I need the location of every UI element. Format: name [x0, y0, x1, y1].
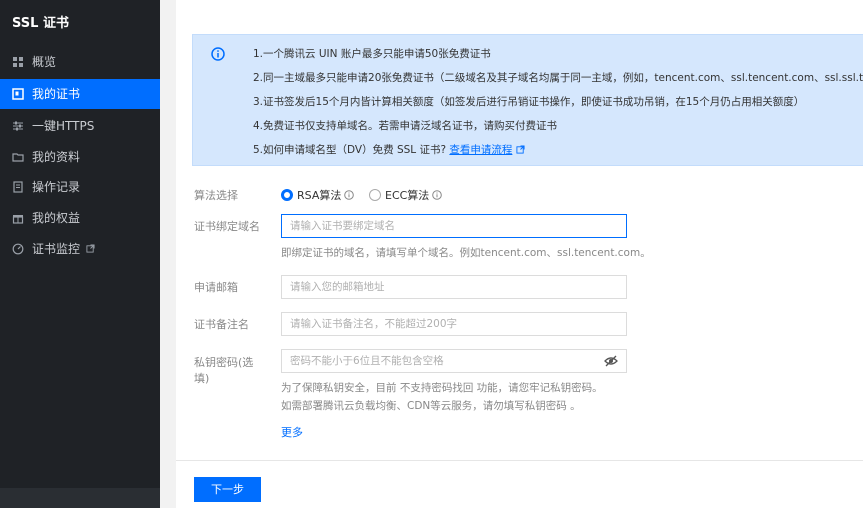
sliders-icon [13, 121, 23, 131]
password-label-line1: 私钥密码(选 [194, 356, 254, 369]
eye-off-icon[interactable] [604, 355, 618, 367]
info-icon [211, 47, 225, 61]
sidebar: SSL 证书 概览 我的证书 一键HTTPS 我的资料 操作记录 我的权益 证书… [0, 0, 160, 508]
algorithm-label: 算法选择 [194, 189, 238, 202]
sidebar-item-my-benefits[interactable]: 我的权益 [0, 203, 160, 233]
domain-hint: 即绑定证书的域名，请填写单个域名。例如tencent.com、ssl.tence… [281, 247, 651, 259]
notice-line-3: 3.证书签发后15个月内皆计算相关额度（如签发后进行吊销证书操作，即使证书成功吊… [253, 96, 805, 108]
password-hint-line2: 如需部署腾讯云负载均衡、CDN等云服务，请勿填写私钥密码 。 [281, 400, 581, 412]
grid-icon [13, 57, 23, 67]
sidebar-item-label: 一键HTTPS [32, 119, 95, 133]
main-content: 1.一个腾讯云 UIN 账户最多只能申请50张免费证书 2.同一主域最多只能申请… [176, 0, 863, 508]
help-icon[interactable] [432, 190, 443, 200]
footer-divider [176, 460, 863, 461]
ecc-radio[interactable]: ECC算法 [369, 188, 443, 204]
gauge-icon [12, 243, 24, 255]
password-placeholder: 密码不能小于6位且不能包含空格 [290, 355, 444, 367]
sidebar-item-label: 操作记录 [32, 180, 81, 194]
sidebar-brand: SSL 证书 [12, 16, 69, 31]
sidebar-item-label: 我的权益 [32, 211, 81, 225]
sidebar-item-one-click-https[interactable]: 一键HTTPS [0, 111, 160, 141]
view-process-link[interactable]: 查看申请流程 [449, 144, 512, 156]
radio-selected-icon[interactable] [281, 189, 293, 201]
notice-line-2: 2.同一主域最多只能申请20张免费证书（二级域名及其子域名均属于同一主域，例如，… [253, 72, 863, 84]
notice-line-5: 5.如何申请域名型（DV）免费 SSL 证书? 查看申请流程 [253, 141, 525, 159]
sidebar-item-label: 概览 [32, 55, 57, 69]
rsa-radio-label: RSA算法 [297, 189, 342, 202]
domain-label: 证书绑定域名 [194, 220, 260, 233]
remark-input[interactable]: 请输入证书备注名，不能超过200字 [281, 312, 627, 336]
notice-line-5-text: 5.如何申请域名型（DV）免费 SSL 证书? [253, 144, 447, 156]
remark-label: 证书备注名 [194, 318, 249, 331]
sidebar-item-my-certificates[interactable]: 我的证书 [0, 79, 160, 109]
password-input[interactable]: 密码不能小于6位且不能包含空格 [281, 349, 627, 373]
folder-icon [12, 153, 24, 162]
rsa-radio[interactable]: RSA算法 [281, 188, 355, 204]
external-link-icon [86, 244, 95, 253]
help-icon[interactable] [344, 190, 355, 200]
password-hint-line1: 为了保障私钥安全，目前 不支持密码找回 功能，请您牢记私钥密码。 [281, 382, 603, 394]
sidebar-item-label: 证书监控 [32, 242, 81, 256]
sidebar-item-overview[interactable]: 概览 [0, 47, 160, 77]
document-icon [13, 181, 23, 193]
sidebar-item-label: 我的资料 [32, 150, 81, 164]
next-step-button[interactable]: 下一步 [194, 477, 261, 502]
notice-line-4: 4.免费证书仅支持单域名。若需申请泛域名证书，请购买付费证书 [253, 120, 558, 132]
notice-banner: 1.一个腾讯云 UIN 账户最多只能申请50张免费证书 2.同一主域最多只能申请… [192, 34, 863, 166]
email-input[interactable]: 请输入您的邮箱地址 [281, 275, 627, 299]
ecc-radio-label: ECC算法 [385, 189, 430, 202]
sidebar-item-operation-log[interactable]: 操作记录 [0, 172, 160, 202]
sidebar-item-my-materials[interactable]: 我的资料 [0, 142, 160, 172]
more-link[interactable]: 更多 [281, 424, 303, 440]
notice-line-1: 1.一个腾讯云 UIN 账户最多只能申请50张免费证书 [253, 48, 491, 60]
gift-icon [12, 215, 24, 224]
sidebar-footer [0, 488, 160, 508]
content-gutter [160, 0, 176, 508]
certificate-icon [12, 88, 24, 100]
password-label-line2: 填) [194, 372, 210, 385]
radio-unselected-icon[interactable] [369, 189, 381, 201]
external-link-icon[interactable] [516, 145, 525, 154]
domain-input[interactable]: 请输入证书要绑定域名 [281, 214, 627, 238]
sidebar-item-certificate-monitoring[interactable]: 证书监控 [0, 234, 160, 264]
sidebar-item-label: 我的证书 [32, 87, 81, 101]
email-label: 申请邮箱 [194, 281, 238, 294]
